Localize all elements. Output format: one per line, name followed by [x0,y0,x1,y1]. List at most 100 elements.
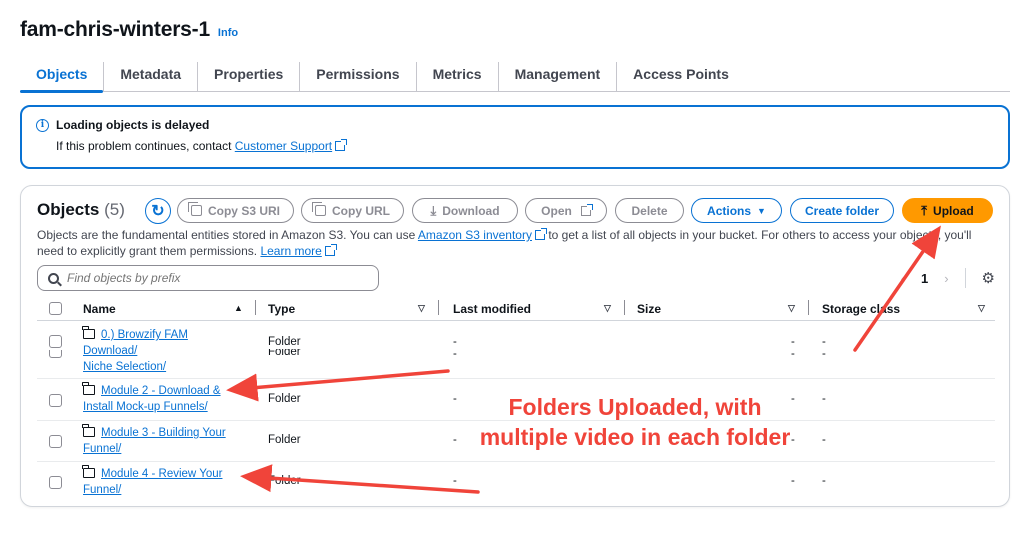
annotation-line2: multiple video in each folder [479,424,791,450]
column-header-name[interactable]: Name [83,302,116,316]
column-header-size[interactable]: Size [637,302,661,316]
folder-icon [82,465,95,478]
object-name-line1: Module 2 - Download & [101,385,221,397]
loading-delayed-alert: i Loading objects is delayed If this pro… [20,105,1010,169]
object-type: Folder [268,349,301,358]
column-divider [624,300,625,315]
bucket-name: fam-chris-winters-1 [20,18,210,41]
annotation-line1: Folders Uploaded, with [508,394,762,420]
object-name-line2: Funnel/ [83,484,122,496]
copy-icon [187,202,202,216]
tab-permissions[interactable]: Permissions [300,62,417,92]
sort-icon[interactable]: ▽ [604,303,611,314]
s3-inventory-link[interactable]: Amazon S3 inventory [418,228,532,242]
object-name-line1: 0.) Browzify FAM [101,329,188,341]
caret-down-icon: ▼ [757,205,766,216]
column-header-last-modified[interactable]: Last modified [453,302,531,316]
download-label: Download [442,203,500,218]
tab-bar: Objects Metadata Properties Permissions … [20,62,1010,93]
pagination: ‹ 1 › ⚙ [901,268,995,288]
sort-ascending-icon[interactable]: ▲ [234,303,243,313]
object-name-line2: Install Mock-up Funnels/ [83,401,208,413]
objects-description: Objects are the fundamental entities sto… [37,227,997,259]
row-checkbox[interactable] [49,350,62,358]
folder-icon [82,326,95,339]
row-checkbox[interactable] [49,394,62,407]
delete-label: Delete [631,203,668,218]
info-link[interactable]: Info [218,27,238,39]
table-header: Name ▲ Type ▽ Last modified ▽ Size ▽ Sto… [37,299,995,321]
copy-s3-uri-button[interactable]: Copy S3 URI [177,198,294,223]
learn-more-link[interactable]: Learn more [260,244,321,258]
column-header-storage-class[interactable]: Storage class [822,302,900,316]
gear-icon[interactable]: ⚙ [982,269,995,287]
table-row: Module 4 - Review Your Funnel/ Folder - -… [37,462,995,502]
object-name-link[interactable]: Module 2 - Download & Install Mock-up Fun… [82,382,221,415]
annotation-text: Folders Uploaded, with multiple video in… [420,392,850,452]
customer-support-link[interactable]: Customer Support [235,139,332,153]
object-storage-class: - [822,475,826,487]
table-row: 0.) Browzify FAM Download/ Folder - - - [37,323,995,357]
object-name-line2: Funnel/ [83,443,122,455]
column-divider [438,300,439,315]
alert-title: Loading objects is delayed [56,118,210,132]
tab-metrics[interactable]: Metrics [417,62,499,92]
row-checkbox[interactable] [49,335,62,348]
row-checkbox[interactable] [49,476,62,489]
create-folder-button[interactable]: Create folder [790,198,894,223]
divider [964,268,966,288]
tab-objects[interactable]: Objects [20,62,105,93]
object-name-link[interactable]: Niche Selection/ [83,359,166,375]
column-divider [255,300,256,315]
sort-icon[interactable]: ▽ [418,303,425,314]
actions-label: Actions [707,203,752,218]
object-size: - [791,475,795,487]
tab-management[interactable]: Management [499,62,618,92]
table-row: Niche Selection/ Folder - - - [37,348,995,379]
object-name-link[interactable]: Module 4 - Review Your Funnel/ [82,465,223,498]
download-button[interactable]: ⤓ Download [412,198,518,223]
object-type: Folder [268,475,301,487]
object-name-line1: Niche Selection/ [83,361,167,373]
upload-button[interactable]: ⤒ Upload [902,198,993,223]
copy-icon [312,202,326,216]
objects-heading: Objects (5) [37,200,125,220]
folder-icon [82,424,95,437]
page-number[interactable]: 1 [921,271,928,286]
external-link-icon [534,228,547,240]
row-checkbox[interactable] [49,435,62,448]
search-box[interactable] [37,265,379,291]
column-divider [808,300,809,315]
copy-url-button[interactable]: Copy URL [301,198,404,223]
upload-icon: ⤒ [921,202,928,218]
select-all-checkbox[interactable] [49,302,62,315]
info-icon: i [36,118,49,132]
search-input[interactable] [67,271,357,285]
next-page-icon[interactable]: › [944,271,948,286]
open-button[interactable]: Open [525,198,607,223]
object-size: - [791,336,795,348]
external-link-icon [580,203,593,216]
objects-panel: Objects (5) ↻ Copy S3 URI Copy URL ⤓ Dow… [20,185,1010,507]
upload-label: Upload [933,203,974,218]
search-icon [48,272,59,284]
external-link-icon [335,139,348,151]
tab-properties[interactable]: Properties [198,62,301,92]
column-header-type[interactable]: Type [268,302,295,316]
object-size: - [791,348,795,360]
object-name-line1: Module 4 - Review Your [101,468,223,480]
object-last-modified: - [453,348,457,360]
refresh-button[interactable]: ↻ [145,198,171,224]
sort-icon[interactable]: ▽ [978,303,985,314]
sort-icon[interactable]: ▽ [788,303,795,314]
tab-metadata[interactable]: Metadata [104,62,199,92]
objects-title: Objects [37,200,100,219]
tab-access-points[interactable]: Access Points [617,62,745,92]
actions-button[interactable]: Actions ▼ [691,198,782,223]
previous-page-icon[interactable]: ‹ [901,271,905,286]
delete-button[interactable]: Delete [615,198,684,223]
download-icon: ⤓ [430,202,437,218]
object-name-link[interactable]: Module 3 - Building Your Funnel/ [82,424,226,457]
description-text: Objects are the fundamental entities sto… [37,228,418,242]
create-folder-label: Create folder [804,203,880,218]
